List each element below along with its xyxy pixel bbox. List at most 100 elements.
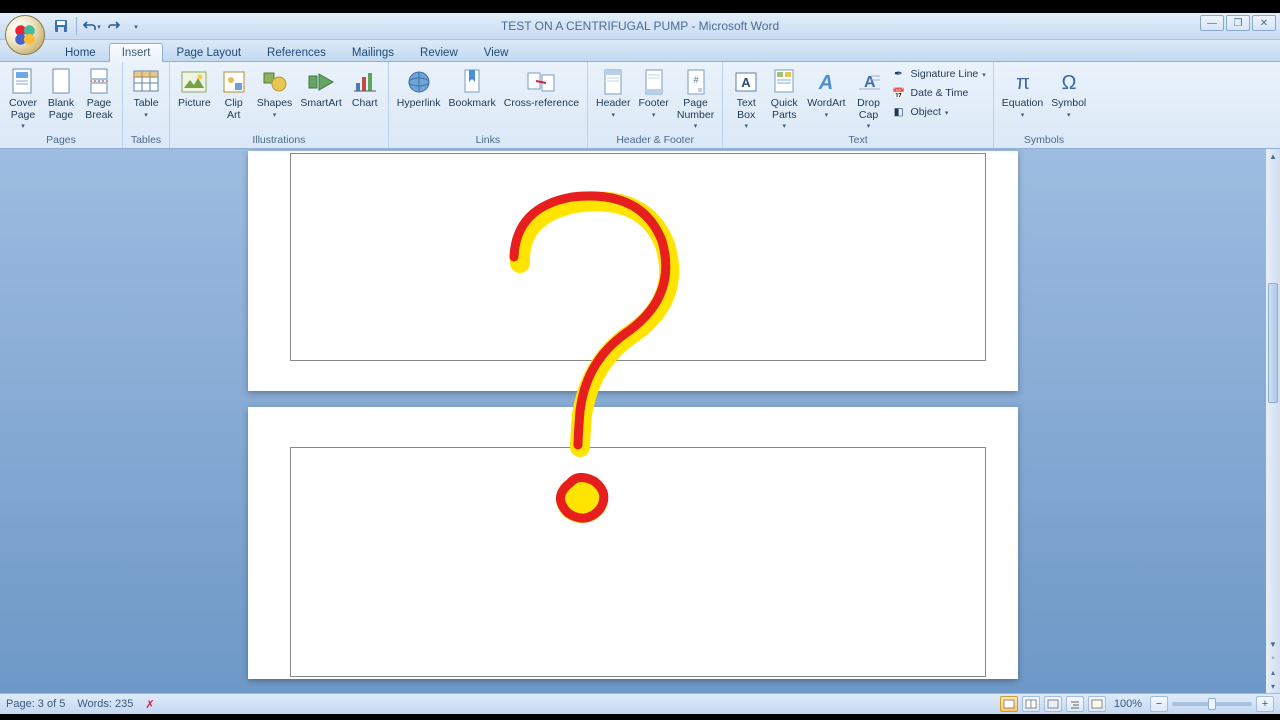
group-illustrations: Picture Clip Art Shapes▾ SmartArt Chart … bbox=[170, 62, 389, 148]
zoom-thumb[interactable] bbox=[1208, 698, 1216, 710]
proofing-icon[interactable]: ✗ bbox=[145, 698, 154, 711]
footer-button[interactable]: Footer▾ bbox=[636, 65, 672, 121]
footer-icon bbox=[639, 67, 669, 97]
print-layout-view[interactable] bbox=[1000, 696, 1018, 712]
browse-object[interactable]: ◦ bbox=[1266, 651, 1280, 665]
qat-customize[interactable]: ▾ bbox=[127, 17, 145, 35]
tab-pagelayout[interactable]: Page Layout bbox=[163, 43, 254, 62]
ribbon-tabs: Home Insert Page Layout References Maili… bbox=[0, 40, 1280, 62]
picture-icon bbox=[179, 67, 209, 97]
bookmark-button[interactable]: Bookmark bbox=[446, 65, 499, 112]
smartart-icon bbox=[306, 67, 336, 97]
page-bottom[interactable] bbox=[248, 407, 1018, 679]
maximize-button[interactable]: ❐ bbox=[1226, 15, 1250, 31]
object-button[interactable]: ◧Object▾ bbox=[889, 103, 988, 121]
crossref-button[interactable]: Cross-reference bbox=[501, 65, 582, 112]
chart-button[interactable]: Chart bbox=[347, 65, 383, 112]
symbol-button[interactable]: ΩSymbol▾ bbox=[1048, 65, 1089, 121]
tab-references[interactable]: References bbox=[254, 43, 339, 62]
quick-access-toolbar: ▾ ▾ bbox=[52, 17, 145, 35]
web-layout-view[interactable] bbox=[1044, 696, 1062, 712]
tab-home[interactable]: Home bbox=[52, 43, 109, 62]
next-page[interactable]: ▾ bbox=[1266, 679, 1280, 693]
save-button[interactable] bbox=[52, 17, 70, 35]
textbox-button[interactable]: AText Box▾ bbox=[728, 65, 764, 132]
header-button[interactable]: Header▾ bbox=[593, 65, 633, 121]
page-indicator[interactable]: Page: 3 of 5 bbox=[6, 698, 65, 710]
scroll-up[interactable]: ▲ bbox=[1266, 149, 1280, 163]
signature-icon: ✒ bbox=[891, 66, 907, 82]
page-break-button[interactable]: Page Break bbox=[81, 65, 117, 123]
dropcap-button[interactable]: ADrop Cap▾ bbox=[851, 65, 887, 132]
office-logo-icon bbox=[12, 22, 38, 48]
zoom-out[interactable]: − bbox=[1150, 696, 1168, 712]
tab-view[interactable]: View bbox=[471, 43, 522, 62]
quickparts-button[interactable]: Quick Parts▾ bbox=[766, 65, 802, 132]
pagenumber-button[interactable]: #Page Number▾ bbox=[674, 65, 717, 132]
page-break-icon bbox=[84, 67, 114, 97]
ribbon: Cover Page▾ Blank Page Page Break Pages … bbox=[0, 62, 1280, 149]
svg-text:A: A bbox=[742, 75, 752, 90]
group-links: Hyperlink Bookmark Cross-reference Links bbox=[389, 62, 588, 148]
minimize-button[interactable]: ― bbox=[1200, 15, 1224, 31]
quickparts-icon bbox=[769, 67, 799, 97]
zoom-in[interactable]: + bbox=[1256, 696, 1274, 712]
scroll-track[interactable] bbox=[1266, 163, 1280, 637]
draft-icon bbox=[1091, 699, 1103, 709]
blank-page-button[interactable]: Blank Page bbox=[43, 65, 79, 123]
page-top[interactable] bbox=[248, 151, 1018, 391]
vertical-scrollbar[interactable]: ▲ ▼ ◦ ▴ ▾ bbox=[1266, 149, 1280, 693]
hyperlink-button[interactable]: Hyperlink bbox=[394, 65, 444, 112]
table-button[interactable]: Table▾ bbox=[128, 65, 164, 121]
redo-icon bbox=[108, 20, 120, 32]
textbox-2[interactable] bbox=[290, 447, 986, 677]
pagenumber-icon: # bbox=[681, 67, 711, 97]
svg-text:A: A bbox=[818, 72, 833, 94]
wordart-icon: A bbox=[811, 67, 841, 97]
draft-view[interactable] bbox=[1088, 696, 1106, 712]
signature-line-button[interactable]: ✒Signature Line▾ bbox=[889, 65, 988, 83]
zoom-slider[interactable] bbox=[1172, 702, 1252, 706]
shapes-icon bbox=[260, 67, 290, 97]
table-icon bbox=[131, 67, 161, 97]
scroll-thumb[interactable] bbox=[1268, 283, 1278, 403]
fullscreen-reading-view[interactable] bbox=[1022, 696, 1040, 712]
clipart-button[interactable]: Clip Art bbox=[216, 65, 252, 123]
textbox-icon: A bbox=[731, 67, 761, 97]
clipart-icon bbox=[219, 67, 249, 97]
cover-page-button[interactable]: Cover Page▾ bbox=[5, 65, 41, 132]
titlebar: ▾ ▾ TEST ON A CENTRIFUGAL PUMP - Microso… bbox=[0, 13, 1280, 40]
header-icon bbox=[598, 67, 628, 97]
group-tables: Table▾ Tables bbox=[123, 62, 170, 148]
office-button[interactable] bbox=[5, 15, 45, 55]
cover-page-icon bbox=[8, 67, 38, 97]
symbol-icon: Ω bbox=[1054, 67, 1084, 97]
svg-text:A: A bbox=[864, 74, 876, 91]
blank-page-icon bbox=[46, 67, 76, 97]
group-pages: Cover Page▾ Blank Page Page Break Pages bbox=[0, 62, 123, 148]
scroll-down[interactable]: ▼ bbox=[1266, 637, 1280, 651]
tab-mailings[interactable]: Mailings bbox=[339, 43, 407, 62]
equation-button[interactable]: πEquation▾ bbox=[999, 65, 1046, 121]
bookmark-icon bbox=[457, 67, 487, 97]
undo-button[interactable]: ▾ bbox=[83, 17, 101, 35]
picture-button[interactable]: Picture bbox=[175, 65, 214, 112]
shapes-button[interactable]: Shapes▾ bbox=[254, 65, 296, 121]
close-button[interactable]: ✕ bbox=[1252, 15, 1276, 31]
date-time-button[interactable]: 📅Date & Time bbox=[889, 84, 988, 102]
zoom-level[interactable]: 100% bbox=[1114, 698, 1142, 710]
smartart-button[interactable]: SmartArt bbox=[297, 65, 344, 112]
outline-view[interactable] bbox=[1066, 696, 1084, 712]
tab-insert[interactable]: Insert bbox=[109, 43, 164, 62]
word-count[interactable]: Words: 235 bbox=[77, 698, 133, 710]
outline-icon bbox=[1069, 699, 1081, 709]
document-area[interactable]: ▲ ▼ ◦ ▴ ▾ bbox=[0, 149, 1280, 693]
wordart-button[interactable]: AWordArt▾ bbox=[804, 65, 848, 121]
printlayout-icon bbox=[1003, 699, 1015, 709]
hyperlink-icon bbox=[404, 67, 434, 97]
dropcap-icon: A bbox=[854, 67, 884, 97]
tab-review[interactable]: Review bbox=[407, 43, 471, 62]
textbox-1[interactable] bbox=[290, 153, 986, 361]
prev-page[interactable]: ▴ bbox=[1266, 665, 1280, 679]
redo-button[interactable] bbox=[105, 17, 123, 35]
